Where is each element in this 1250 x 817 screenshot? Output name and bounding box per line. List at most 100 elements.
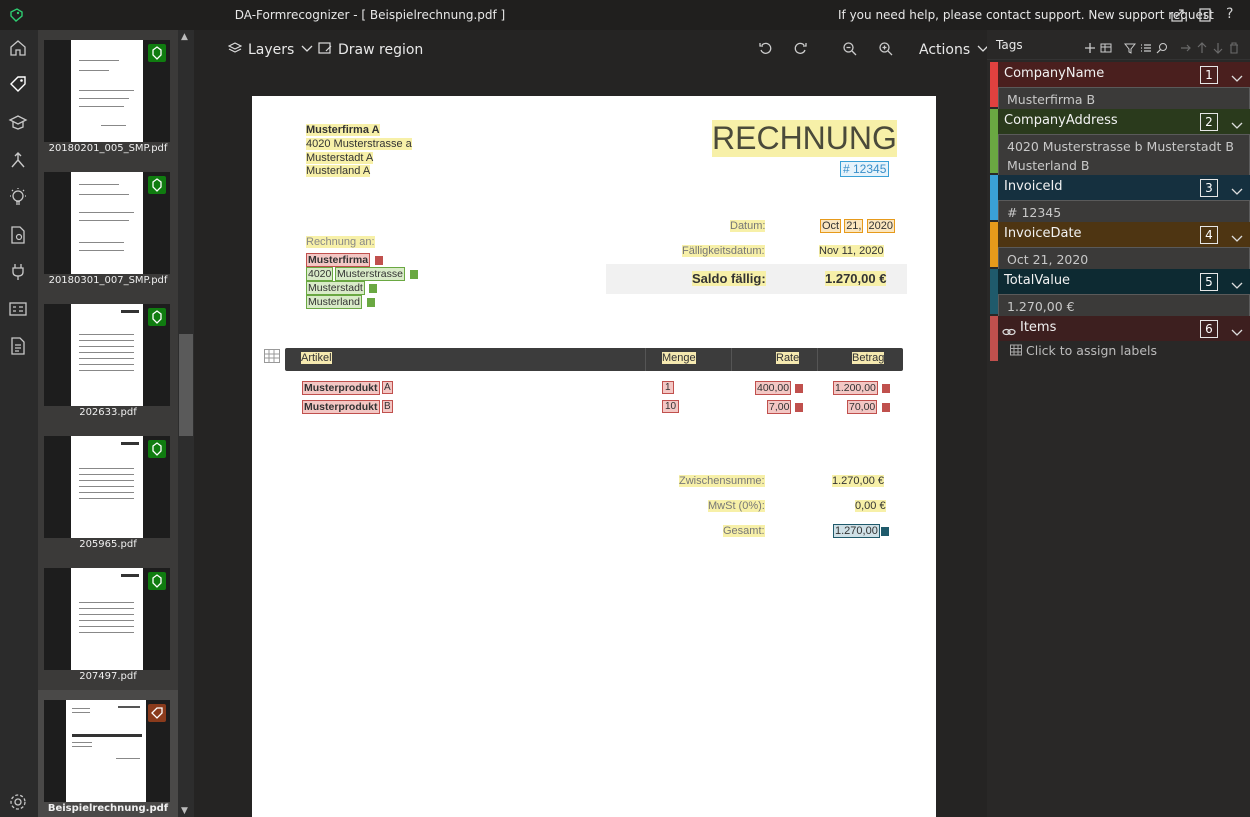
total-value[interactable]: 1.270,00: [833, 524, 880, 538]
recipient-street[interactable]: Musterstrasse: [335, 267, 405, 281]
scroll-down-icon[interactable]: ▼: [181, 806, 191, 816]
subtotal-value[interactable]: 1.270,00 €: [832, 475, 884, 487]
tag-item-companyname[interactable]: CompanyName 1 Musterfirma B: [990, 62, 1250, 112]
invoice-number[interactable]: # 12345: [840, 161, 890, 177]
thumbnail-scrollbar[interactable]: ▲ ▼: [178, 30, 194, 817]
chevron-down-icon[interactable]: [1231, 229, 1243, 242]
col-rate: Rate: [776, 352, 800, 364]
tag-header[interactable]: InvoiceId 3: [998, 175, 1250, 200]
document-analyze-icon[interactable]: [8, 225, 28, 245]
draw-region-button[interactable]: Draw region: [318, 41, 423, 59]
chevron-down-icon[interactable]: [1231, 182, 1243, 195]
row-rate[interactable]: 400,00: [755, 381, 792, 395]
panel-icon[interactable]: [1197, 7, 1213, 23]
scrollbar-thumb[interactable]: [179, 334, 193, 436]
help-icon[interactable]: ?: [1226, 6, 1242, 22]
verified-badge-icon: [148, 440, 166, 458]
move-down-icon[interactable]: [1212, 39, 1224, 54]
home-icon[interactable]: [8, 38, 28, 58]
zoom-in-icon[interactable]: [878, 41, 894, 57]
verified-badge-icon: [148, 176, 166, 194]
date-part-day[interactable]: 21,: [844, 219, 864, 233]
add-tag-icon[interactable]: [1084, 39, 1096, 53]
tag-item-companyaddress[interactable]: CompanyAddress 2 4020 Musterstrasse b Mu…: [990, 109, 1250, 178]
sender-name[interactable]: Musterfirma A: [306, 124, 380, 136]
date-part-month[interactable]: Oct: [820, 219, 842, 233]
tag-header[interactable]: Items 6: [998, 316, 1250, 341]
recipient-city[interactable]: Musterstadt: [306, 281, 365, 295]
list-icon[interactable]: [1140, 39, 1152, 52]
balance-due-value[interactable]: 1.270,00 €: [825, 271, 887, 286]
thumbnail-item[interactable]: 20180201_005_SMP.pdf: [38, 30, 178, 160]
search-icon[interactable]: [1156, 39, 1168, 54]
tag-icon[interactable]: [8, 74, 28, 94]
table-icon[interactable]: [264, 348, 280, 363]
tag-item-items[interactable]: Items 6 Click to assign labels: [990, 316, 1250, 361]
id-card-icon[interactable]: [8, 299, 28, 319]
vat-value[interactable]: 0,00 €: [855, 500, 886, 512]
rotate-left-icon[interactable]: [758, 41, 774, 57]
chevron-down-icon[interactable]: [1231, 116, 1243, 129]
scroll-up-icon[interactable]: ▲: [181, 32, 191, 42]
row-product[interactable]: Musterprodukt: [302, 381, 380, 395]
chevron-down-icon[interactable]: [1231, 69, 1243, 82]
recipient-name[interactable]: Musterfirma: [306, 253, 371, 267]
thumbnail-item[interactable]: 207497.pdf: [38, 558, 178, 688]
layers-button[interactable]: Layers: [227, 41, 314, 59]
merge-icon[interactable]: [8, 150, 28, 170]
settings-icon[interactable]: [8, 792, 28, 812]
zoom-out-icon[interactable]: [842, 41, 858, 57]
thumbnail-item[interactable]: 20180301_007_SMP.pdf: [38, 162, 178, 292]
tag-item-invoiceid[interactable]: InvoiceId 3 # 12345: [990, 175, 1250, 225]
actions-menu-button[interactable]: Actions: [919, 41, 990, 59]
move-up-icon[interactable]: [1196, 39, 1208, 53]
tag-header[interactable]: CompanyAddress 2: [998, 109, 1250, 134]
rotate-right-icon[interactable]: [792, 41, 808, 57]
row-rate[interactable]: 7,00: [767, 400, 792, 414]
invoice-page[interactable]: Musterfirma A 4020 Musterstrasse a Muste…: [252, 96, 936, 817]
lightbulb-icon[interactable]: [8, 187, 28, 207]
train-icon[interactable]: [8, 112, 28, 132]
row-product-suffix[interactable]: B: [382, 400, 393, 413]
row-qty[interactable]: 10: [662, 400, 680, 413]
tag-marker: [367, 298, 375, 307]
filter-icon[interactable]: [1123, 39, 1137, 54]
support-help-link[interactable]: If you need help, please contact support…: [838, 8, 1214, 22]
plug-icon[interactable]: [8, 262, 28, 282]
recipient-zip[interactable]: 4020: [306, 267, 334, 281]
assign-labels-text: Click to assign labels: [1026, 343, 1158, 358]
delete-icon[interactable]: [1228, 39, 1240, 54]
chevron-down-icon[interactable]: [1231, 276, 1243, 289]
due-date-label: Fälligkeitsdatum:: [682, 245, 765, 257]
add-table-tag-icon[interactable]: [1100, 39, 1112, 53]
thumbnail-item[interactable]: 202633.pdf: [38, 294, 178, 424]
tag-header[interactable]: CompanyName 1: [998, 62, 1250, 87]
table-icon: [1010, 344, 1022, 356]
invoice-heading[interactable]: RECHNUNG: [712, 120, 897, 157]
recipient-country[interactable]: Musterland: [306, 295, 362, 309]
chevron-down-icon[interactable]: [1231, 323, 1243, 336]
assign-labels-link[interactable]: Click to assign labels: [998, 341, 1250, 361]
sender-street[interactable]: 4020 Musterstrasse a: [306, 138, 412, 150]
tag-value-field[interactable]: 4020 Musterstrasse b Musterstadt B Muste…: [998, 134, 1250, 178]
sender-city[interactable]: Musterstadt A: [306, 152, 374, 164]
invoice-date-value[interactable]: Oct 21, 2020: [820, 219, 896, 233]
tag-marker: [369, 284, 377, 293]
row-qty[interactable]: 1: [662, 381, 674, 394]
tag-item-totalvalue[interactable]: TotalValue 5 1.270,00 €: [990, 269, 1250, 319]
rename-icon[interactable]: [1180, 39, 1192, 52]
share-icon[interactable]: [1169, 7, 1185, 23]
row-amount[interactable]: 70,00: [847, 400, 878, 414]
tag-item-invoicedate[interactable]: InvoiceDate 4 Oct 21, 2020: [990, 222, 1250, 272]
document-icon[interactable]: [8, 336, 28, 356]
row-product[interactable]: Musterprodukt: [302, 400, 380, 414]
due-date-value[interactable]: Nov 11, 2020: [819, 245, 884, 257]
thumbnail-item[interactable]: 205965.pdf: [38, 426, 178, 556]
tag-header[interactable]: InvoiceDate 4: [998, 222, 1250, 247]
row-amount[interactable]: 1.200,00: [833, 381, 878, 395]
date-part-year[interactable]: 2020: [866, 219, 896, 233]
sender-country[interactable]: Musterland A: [306, 165, 371, 177]
tag-header[interactable]: TotalValue 5: [998, 269, 1250, 294]
row-product-suffix[interactable]: A: [382, 381, 393, 394]
thumbnail-item-selected[interactable]: Beispielrechnung.pdf: [38, 690, 178, 817]
